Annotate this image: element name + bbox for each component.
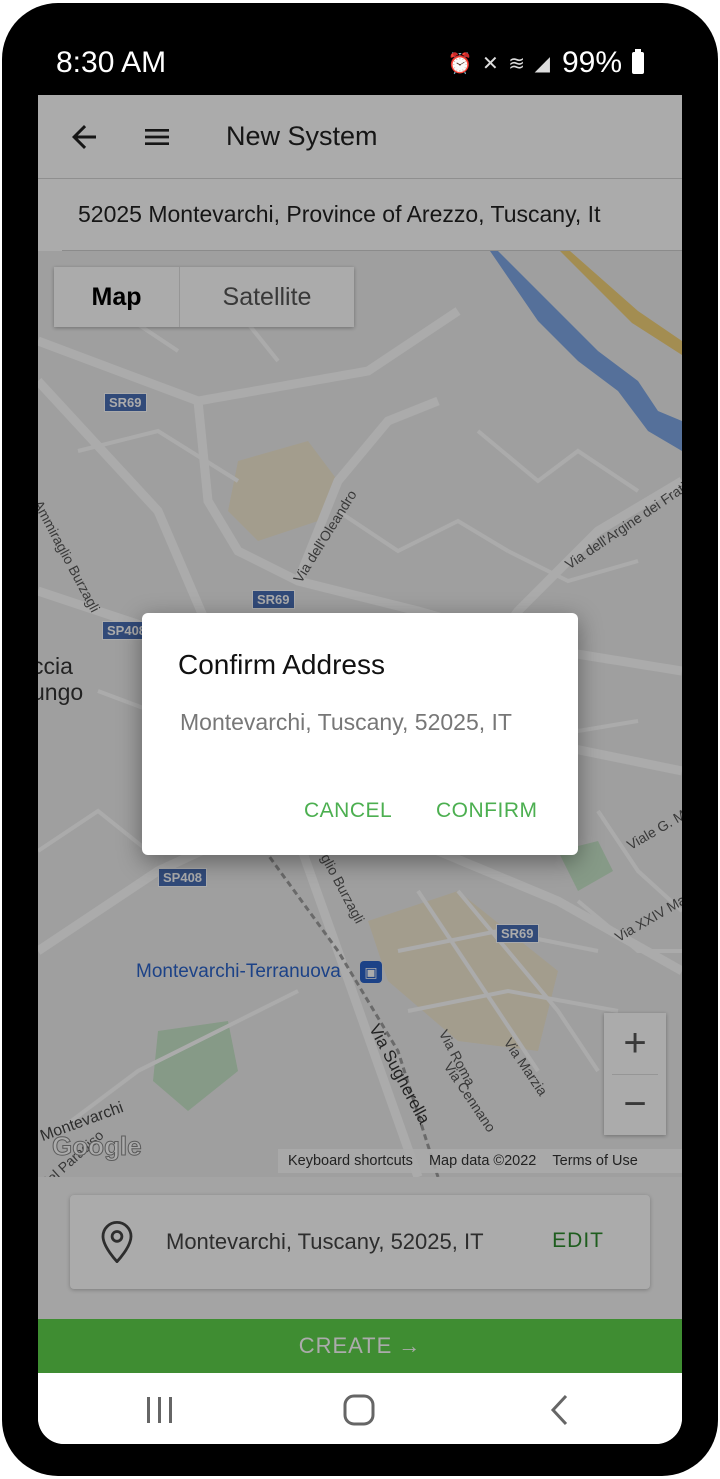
home-icon[interactable] <box>342 1393 376 1427</box>
app-screen: New System 52025 Montevarchi, Province o… <box>38 95 682 1444</box>
status-icons: ⏰ ✕ ≋ ◢ <box>447 52 552 75</box>
dialog-title: Confirm Address <box>178 649 385 680</box>
recents-icon[interactable] <box>144 1395 176 1425</box>
status-right: ⏰ ✕ ≋ ◢ 99% <box>447 46 644 80</box>
system-nav-bar <box>38 1373 682 1444</box>
confirm-address-dialog: Confirm Address Montevarchi, Tuscany, 52… <box>142 613 578 855</box>
battery-icon <box>632 49 644 74</box>
battery-percent: 99% <box>561 46 622 79</box>
status-bar: 8:30 AM ⏰ ✕ ≋ ◢ 99% <box>38 30 682 94</box>
dialog-message: Montevarchi, Tuscany, 52025, IT <box>180 709 512 735</box>
cancel-button[interactable]: CANCEL <box>304 799 392 823</box>
confirm-button[interactable]: CONFIRM <box>436 799 538 823</box>
back-chevron-icon[interactable] <box>546 1393 574 1427</box>
status-time: 8:30 AM <box>56 46 167 79</box>
